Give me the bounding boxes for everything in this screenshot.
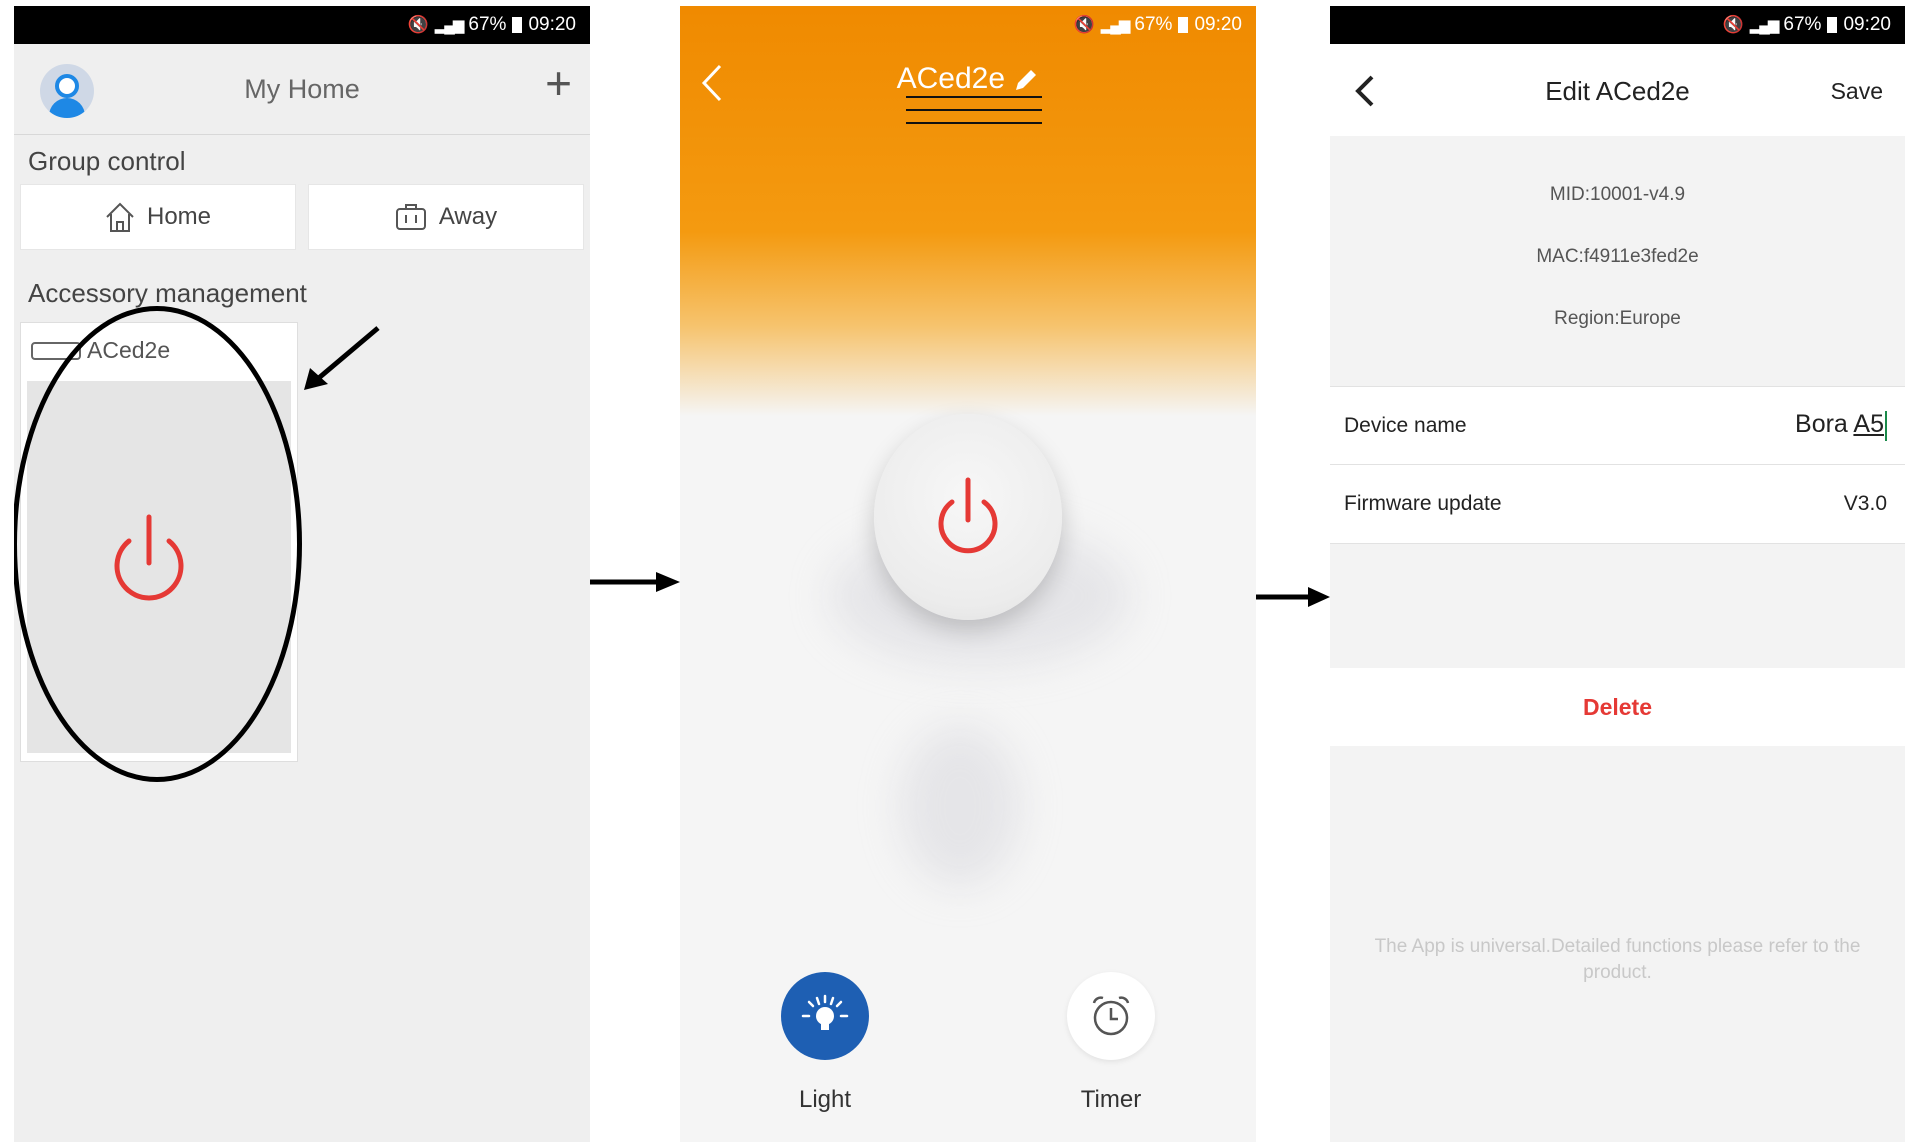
- flow-arrow-icon: [1256, 587, 1330, 607]
- edit-screen: 🔇 ▂▄▆ 67% 09:20 Edit ACed2e Save MID:100…: [1330, 6, 1905, 1142]
- page-title: My Home: [244, 74, 360, 104]
- timer-circle[interactable]: [1067, 972, 1155, 1060]
- mute-icon: 🔇: [1073, 15, 1095, 34]
- status-bar: 🔇 ▂▄▆ 67% 09:20: [680, 6, 1256, 44]
- firmware-row[interactable]: Firmware update V3.0: [1330, 464, 1905, 544]
- group-control-heading: Group control: [28, 146, 186, 176]
- mac-info: MAC:f4911e3fed2e: [1536, 246, 1699, 267]
- battery-percent: 67%: [1783, 14, 1822, 35]
- text-caret: [1885, 410, 1887, 441]
- device-name-row[interactable]: Device name Bora A5: [1330, 386, 1905, 464]
- highlight-ellipse: [14, 306, 302, 782]
- save-button[interactable]: Save: [1831, 78, 1883, 105]
- battery-percent: 67%: [468, 14, 507, 35]
- firmware-label: Firmware update: [1344, 492, 1502, 515]
- signal-icon: ▂▄▆: [1100, 17, 1131, 34]
- flow-arrow-icon: [590, 572, 680, 592]
- device-name-field[interactable]: Bora A5: [1795, 410, 1887, 441]
- light-label: Light: [798, 1086, 852, 1113]
- away-mode-label: Away: [438, 203, 498, 230]
- battery-percent: 67%: [1134, 14, 1173, 35]
- signal-icon: ▂▄▆: [1749, 17, 1780, 34]
- power-button[interactable]: [874, 414, 1062, 620]
- home-mode-label: Home: [146, 203, 212, 230]
- house-icon: [106, 202, 134, 232]
- pencil-icon[interactable]: [1013, 67, 1039, 93]
- light-circle[interactable]: [781, 972, 869, 1060]
- pointer-arrow-icon: [304, 326, 380, 390]
- clock: 09:20: [528, 14, 576, 35]
- battery-icon: [512, 17, 523, 33]
- home-screen: 🔇 ▂▄▆ 67% 09:20 My Home + Group control …: [14, 6, 590, 1142]
- light-bulb-icon: [801, 994, 849, 1030]
- device-title-text: ACed2e: [896, 62, 1006, 95]
- light-button[interactable]: Light: [780, 972, 870, 1114]
- suitcase-icon: [395, 204, 426, 230]
- status-bar: 🔇 ▂▄▆ 67% 09:20: [14, 6, 590, 44]
- region-info: Region:Europe: [1554, 308, 1681, 329]
- alarm-clock-icon: [1092, 996, 1130, 1036]
- battery-icon: [1178, 17, 1189, 33]
- device-name-label: Device name: [1344, 413, 1467, 437]
- delete-label: Delete: [1582, 693, 1653, 720]
- device-title[interactable]: ACed2e: [680, 62, 1256, 96]
- shadow-blur: [900, 726, 1020, 886]
- timer-button[interactable]: Timer: [1066, 972, 1156, 1114]
- firmware-value: V3.0: [1843, 492, 1887, 515]
- timer-label: Timer: [1080, 1086, 1142, 1113]
- mute-icon: 🔇: [1722, 15, 1744, 34]
- status-bar: 🔇 ▂▄▆ 67% 09:20: [1330, 6, 1905, 44]
- home-mode-button[interactable]: Home: [20, 184, 296, 250]
- signal-icon: ▂▄▆: [434, 17, 465, 34]
- delete-button[interactable]: Delete: [1330, 668, 1905, 746]
- mute-icon: 🔇: [407, 15, 429, 34]
- footnote-text: The App is universal.Detailed functions …: [1374, 936, 1861, 983]
- edit-header: Edit ACed2e Save: [1330, 44, 1905, 136]
- power-icon: [938, 477, 998, 554]
- clock: 09:20: [1843, 14, 1891, 35]
- home-header: My Home +: [14, 44, 590, 135]
- device-screen: 🔇 ▂▄▆ 67% 09:20 ACed2e Light Timer: [680, 6, 1256, 1142]
- clock: 09:20: [1194, 14, 1242, 35]
- add-device-button[interactable]: +: [545, 60, 572, 106]
- title-underline-annotation: [906, 96, 1042, 135]
- device-name-value: Bora: [1795, 410, 1854, 439]
- away-mode-button[interactable]: Away: [308, 184, 584, 250]
- battery-icon: [1827, 17, 1838, 33]
- accessory-heading: Accessory management: [28, 278, 307, 308]
- mid-info: MID:10001-v4.9: [1549, 184, 1686, 205]
- page-title: Edit ACed2e: [1545, 76, 1690, 106]
- device-name-composing: A5: [1853, 410, 1884, 439]
